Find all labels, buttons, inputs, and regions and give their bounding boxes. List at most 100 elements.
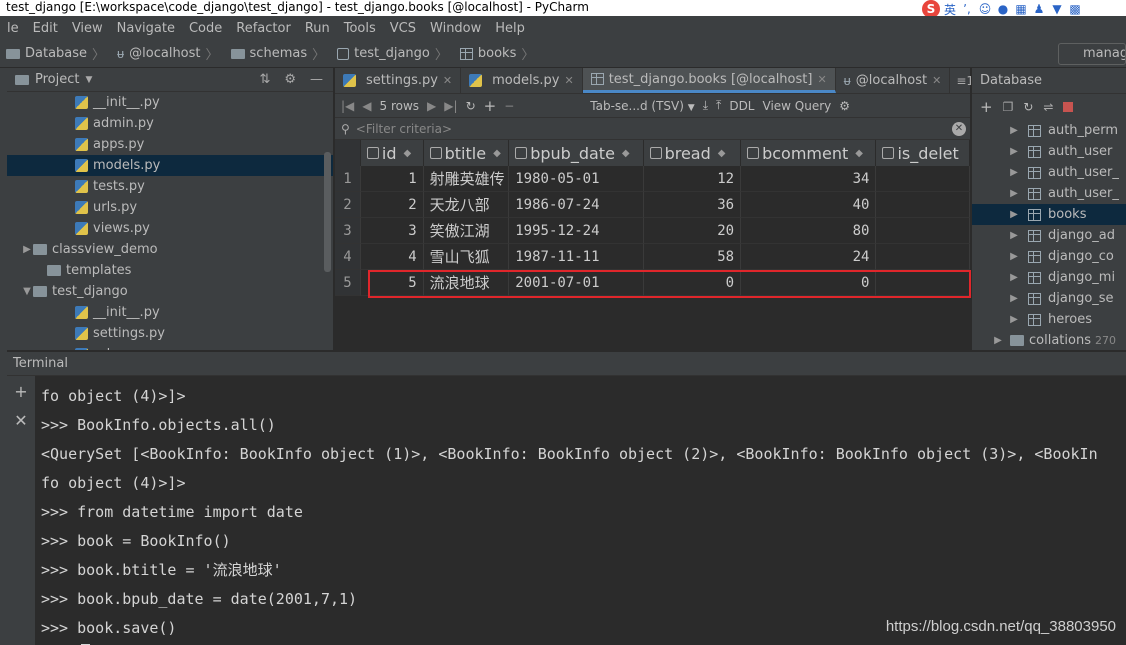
table-cell[interactable] [876,218,970,244]
user-icon[interactable]: ♟ [1032,2,1046,16]
table-row[interactable]: 5 5 流浪地球 2001-07-01 0 0 [335,270,970,296]
keyboard-icon[interactable]: ▦ [1014,2,1028,16]
collapse-all-icon[interactable]: ⇅ [259,72,270,87]
close-icon[interactable]: ✕ [817,73,826,86]
menu-item-edit[interactable]: Edit [26,21,65,36]
terminal-output[interactable]: fo object (4)>]> >>> BookInfo.objects.all… [41,382,1126,645]
column-header-is_delet[interactable]: is_delet [876,140,970,166]
table-cell[interactable] [876,270,970,296]
menu-item-tools[interactable]: Tools [337,21,383,36]
db-tree-item[interactable]: ▶ books [972,204,1126,225]
ddl-button[interactable]: DDL [729,99,754,113]
table-cell[interactable]: 5 [360,270,424,296]
remove-row-icon[interactable]: − [504,99,514,113]
table-cell[interactable]: 0 [643,270,742,296]
db-tree-item[interactable]: ▶ django_ad [972,225,1126,246]
grid-icon[interactable]: ▩ [1068,2,1082,16]
next-page-icon[interactable]: ▶ [427,99,436,113]
chevron-right-icon[interactable]: ▶ [1008,272,1020,283]
project-tree-item[interactable]: apps.py [7,134,333,155]
db-tree-collations[interactable]: ▶ collations 270 [972,330,1126,351]
project-tree-item[interactable]: tests.py [7,176,333,197]
chevron-right-icon[interactable]: ▶ [1008,167,1020,178]
project-tree-item[interactable]: templates [7,260,333,281]
view-query-button[interactable]: View Query [763,99,832,113]
column-header-btitle[interactable]: btitle ◆ [424,140,510,166]
refresh-icon[interactable]: ↻ [1023,100,1033,114]
close-icon[interactable]: ✕ [564,74,573,87]
chevron-down-icon[interactable]: ▼ [85,75,92,85]
db-tree-item[interactable]: ▶ django_co [972,246,1126,267]
crumb-test-django[interactable]: test_django 〉 [331,44,454,63]
table-cell[interactable]: 1995-12-24 [509,218,644,244]
tab-1[interactable]: models.py ✕ [461,68,583,93]
add-row-icon[interactable]: + [484,97,497,115]
table-row[interactable]: 1 1 射雕英雄传 1980-05-01 12 34 [335,166,970,192]
project-tree-item[interactable]: views.py [7,218,333,239]
ime-mode[interactable]: 英 [944,1,956,18]
tab-0[interactable]: settings.py ✕ [335,68,462,93]
menu-item-view[interactable]: View [65,21,110,36]
column-header-bpub_date[interactable]: bpub_date ◆ [509,140,644,166]
chevron-right-icon[interactable]: ▶ [1008,251,1020,262]
download-icon[interactable]: ⤓ [703,98,708,113]
table-cell[interactable]: 雪山飞狐 [423,244,510,270]
sort-icon[interactable]: ◆ [855,148,863,159]
menu-item-navigate[interactable]: Navigate [110,21,182,36]
sync-icon[interactable]: ⇌ [1043,100,1053,114]
menu-item-vcs[interactable]: VCS [383,21,423,36]
table-cell[interactable] [876,244,970,270]
refresh-icon[interactable]: ↻ [466,99,476,113]
table-cell[interactable]: 12 [643,166,742,192]
stop-icon[interactable] [1063,102,1074,112]
chevron-right-icon[interactable]: ▶ [1008,209,1020,220]
table-cell[interactable]: 笑傲江湖 [423,218,510,244]
table-row[interactable]: 4 4 雪山飞狐 1987-11-11 58 24 [335,244,970,270]
last-page-icon[interactable]: ▶| [444,99,457,113]
table-cell[interactable]: 1987-11-11 [509,244,644,270]
chevron-right-icon[interactable]: ▶ [21,244,33,255]
db-tree-item[interactable]: ▶ auth_user_ [972,162,1126,183]
table-cell[interactable] [876,192,970,218]
chevron-right-icon[interactable]: ▶ [1008,125,1020,136]
chevron-right-icon[interactable]: ▶ [1008,188,1020,199]
db-tree-item[interactable]: ▶ auth_user [972,141,1126,162]
table-row[interactable]: 3 3 笑傲江湖 1995-12-24 20 80 [335,218,970,244]
project-tree-item[interactable]: urls.py [7,197,333,218]
table-cell[interactable]: 1980-05-01 [509,166,644,192]
table-cell[interactable]: 40 [741,192,877,218]
chevron-right-icon[interactable]: ▶ [1008,146,1020,157]
table-cell[interactable]: 58 [643,244,742,270]
column-header-bcomment[interactable]: bcomment ◆ [741,140,877,166]
chevron-down-icon[interactable]: ▼ [21,286,33,297]
clear-filter-icon[interactable]: ✕ [952,122,966,136]
add-icon[interactable]: + [980,98,993,116]
column-header-bread[interactable]: bread ◆ [644,140,742,166]
comma-icon[interactable]: ʼ, [960,2,974,16]
project-tree-item[interactable]: ▶ classview_demo [7,239,333,260]
sort-icon[interactable]: ◆ [493,148,501,159]
menu-item-window[interactable]: Window [423,21,488,36]
table-cell[interactable]: 3 [360,218,424,244]
menu-item-run[interactable]: Run [298,21,337,36]
project-scrollbar[interactable] [324,152,331,272]
table-cell[interactable]: 80 [741,218,877,244]
new-session-icon[interactable]: + [14,382,27,401]
project-tree-item[interactable]: __init__.py [7,92,333,113]
table-cell[interactable]: 天龙八部 [423,192,510,218]
db-tree-item[interactable]: ▶ django_mi [972,267,1126,288]
sort-icon[interactable]: ◆ [404,148,412,159]
table-cell[interactable]: 4 [360,244,424,270]
crumb-books[interactable]: books 〉 [454,44,540,63]
sort-icon[interactable]: ◆ [622,148,630,159]
project-tree-item[interactable]: ▼ test_django [7,281,333,302]
menu-item-le[interactable]: le [0,21,26,36]
close-icon[interactable]: ✕ [932,74,941,87]
chevron-right-icon[interactable]: ▶ [992,335,1004,346]
table-cell[interactable]: 1986-07-24 [509,192,644,218]
table-row[interactable]: 2 2 天龙八部 1986-07-24 36 40 [335,192,970,218]
db-tree-item[interactable]: ▶ auth_perm [972,120,1126,141]
minimize-icon[interactable]: — [310,72,323,87]
db-tree-item[interactable]: ▶ heroes [972,309,1126,330]
gear-icon[interactable]: ⚙ [839,99,850,113]
